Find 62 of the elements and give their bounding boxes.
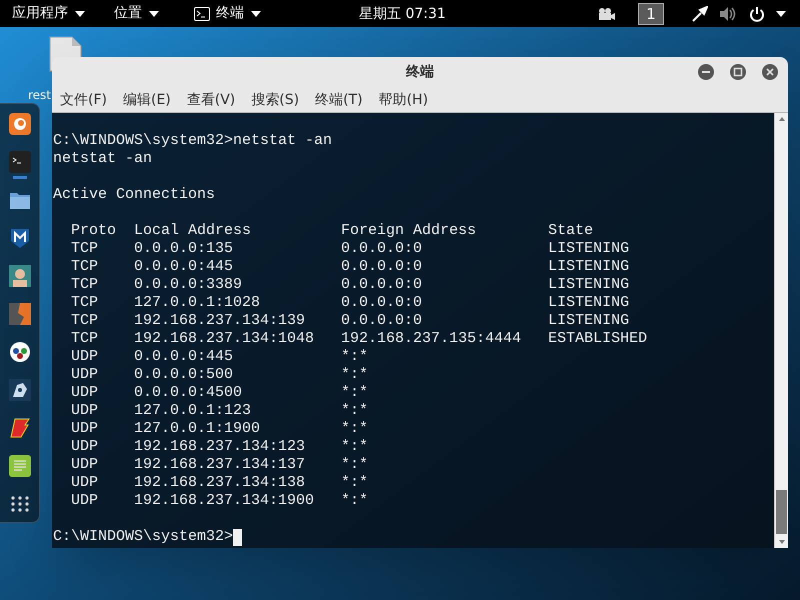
terminal-line: UDP 0.0.0.0:445 *:* <box>70 348 368 366</box>
network-icon <box>692 6 708 22</box>
dock-launcher[interactable] <box>8 416 32 440</box>
caret-icon <box>250 8 262 18</box>
terminal-line: TCP 0.0.0.0:445 0.0.0.0:0 LISTENING <box>70 258 630 276</box>
caret-icon <box>775 8 787 18</box>
terminal-line: Active Connections <box>53 186 216 204</box>
dock-launcher[interactable] <box>8 264 32 288</box>
dock-launcher[interactable] <box>8 340 32 364</box>
figure-icon <box>8 265 30 287</box>
split-icon <box>8 303 30 325</box>
terminal-line: C:\WINDOWS\system32> <box>53 528 234 546</box>
caret-icon <box>148 8 160 18</box>
terminal-line: UDP 0.0.0.0:4500 *:* <box>70 384 368 402</box>
menu-item[interactable]: 帮助(H) <box>378 90 428 110</box>
panel-menu[interactable]: 应用程序 <box>12 3 86 24</box>
window-title: 终端 <box>406 63 434 82</box>
dots-icon <box>8 341 30 363</box>
menu-item[interactable]: 查看(V) <box>186 90 236 110</box>
dock-launcher[interactable] <box>8 454 32 478</box>
flame-icon <box>8 113 30 135</box>
menu-item[interactable]: 终端(T) <box>315 90 363 110</box>
menu-item[interactable]: 搜索(S) <box>251 90 300 110</box>
scroll-bar[interactable] <box>774 113 788 548</box>
terminal-line: UDP 192.168.237.134:123 *:* <box>70 438 368 456</box>
minimize-button[interactable] <box>698 64 714 80</box>
scroll-up-icon <box>778 116 786 122</box>
close-button[interactable] <box>762 64 778 80</box>
terminal-line: TCP 127.0.0.1:1028 0.0.0.0:0 LISTENING <box>70 294 630 312</box>
scroll-down-icon <box>778 539 786 545</box>
terminal-line: TCP 192.168.237.134:1048 192.168.237.135:4444 ESTABLISHED <box>70 330 648 348</box>
power-icon <box>749 6 765 22</box>
menu-item[interactable]: 编辑(E) <box>122 90 171 110</box>
terminal-line: TCP 192.168.237.134:139 0.0.0.0:0 LISTENING <box>70 312 630 330</box>
terminal-line: Proto Local Address Foreign Address State <box>70 222 594 240</box>
terminal-line: UDP 127.0.0.1:123 *:* <box>70 402 368 420</box>
terminal-line: UDP 192.168.237.134:1900 *:* <box>70 492 368 510</box>
terminal-line: netstat -an <box>53 150 152 168</box>
dock-launcher[interactable] <box>8 112 32 136</box>
terminal-line: UDP 127.0.0.1:1900 *:* <box>70 420 368 438</box>
panel-menu[interactable]: 位置 <box>114 3 160 24</box>
file-label: rest <box>28 87 52 104</box>
panel-menu[interactable]: 终端 <box>194 3 262 24</box>
letter-icon <box>8 417 30 439</box>
shield-icon <box>8 227 30 249</box>
maximize-button[interactable] <box>730 64 746 80</box>
workspace-indicator[interactable]: 1 <box>638 2 664 24</box>
volume-icon <box>719 6 737 22</box>
terminal-line: TCP 0.0.0.0:3389 0.0.0.0:0 LISTENING <box>70 276 630 294</box>
terminal-line: UDP 192.168.237.134:137 *:* <box>70 456 368 474</box>
caret-icon <box>74 8 86 18</box>
clock[interactable]: 星期五 07:31 <box>359 4 446 25</box>
notes-icon <box>8 455 30 477</box>
scroll-thumb[interactable] <box>776 490 787 534</box>
terminal-line: C:\WINDOWS\system32>netstat -an <box>53 132 332 150</box>
terminal-line: UDP 0.0.0.0:500 *:* <box>70 366 368 384</box>
terminal-line: UDP 192.168.237.134:138 *:* <box>70 474 368 492</box>
camera-icon <box>597 6 615 20</box>
menu-item[interactable]: 文件(F) <box>60 90 107 110</box>
terminal-icon <box>194 6 210 20</box>
terminal-icon <box>8 151 30 173</box>
terminal-line: TCP 0.0.0.0:135 0.0.0.0:0 LISTENING <box>70 240 630 258</box>
